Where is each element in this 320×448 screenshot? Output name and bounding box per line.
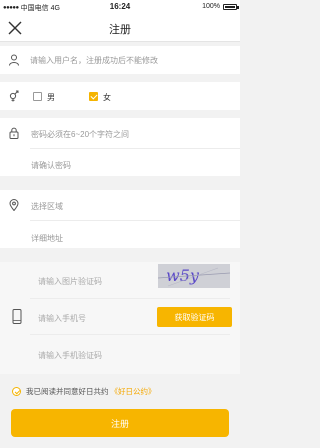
sms-code-input[interactable]: 请输入手机验证码 xyxy=(38,350,102,361)
phone-icon xyxy=(12,309,22,324)
divider xyxy=(30,298,230,299)
divider xyxy=(30,148,240,149)
captcha-noise xyxy=(158,267,230,287)
location-pin-icon xyxy=(9,199,19,211)
password-input[interactable]: 密码必须在6~20个字符之间 xyxy=(31,129,129,140)
address-group: 选择区域 详细地址 xyxy=(0,190,240,248)
confirm-password-input[interactable]: 请确认密码 xyxy=(31,160,71,171)
region-select[interactable]: 选择区域 xyxy=(31,201,63,212)
lock-icon xyxy=(9,127,19,139)
status-right: 100% xyxy=(202,3,239,10)
status-bar: ●●●●● 中国电信 4G 16:24 100% xyxy=(0,0,240,14)
agree-checkbox[interactable] xyxy=(12,387,21,396)
user-icon xyxy=(9,54,19,66)
divider xyxy=(30,334,230,335)
agreement-row: 我已阅读并同意好日共约 《好日公约》 xyxy=(12,386,156,397)
female-label: 女 xyxy=(103,93,111,102)
get-code-button[interactable]: 获取验证码 xyxy=(157,307,232,327)
agreement-text: 我已阅读并同意好日共约 xyxy=(26,387,109,396)
username-row[interactable]: 请输入用户名，注册成功后不能修改 xyxy=(0,46,240,74)
male-label: 男 xyxy=(47,93,55,102)
captcha-image[interactable]: w5y xyxy=(158,264,230,288)
address-input[interactable]: 详细地址 xyxy=(31,233,63,244)
username-input[interactable]: 请输入用户名，注册成功后不能修改 xyxy=(30,55,158,66)
phone-input[interactable]: 请输入手机号 xyxy=(38,313,86,324)
gender-row: 男 女 xyxy=(0,82,240,110)
battery-icon xyxy=(223,3,239,10)
nav-bar: 注册 xyxy=(0,14,240,42)
gender-icon xyxy=(9,90,19,102)
male-checkbox[interactable] xyxy=(33,92,42,101)
password-group: 密码必须在6~20个字符之间 请确认密码 xyxy=(0,118,240,176)
page-title: 注册 xyxy=(109,24,131,36)
register-button[interactable]: 注册 xyxy=(11,409,229,437)
battery-percent: 100% xyxy=(202,3,220,10)
agreement-link[interactable]: 《好日公约》 xyxy=(111,386,156,397)
image-captcha-input[interactable]: 请输入图片验证码 xyxy=(38,276,102,287)
divider xyxy=(30,220,240,221)
female-checkbox[interactable] xyxy=(89,92,98,101)
